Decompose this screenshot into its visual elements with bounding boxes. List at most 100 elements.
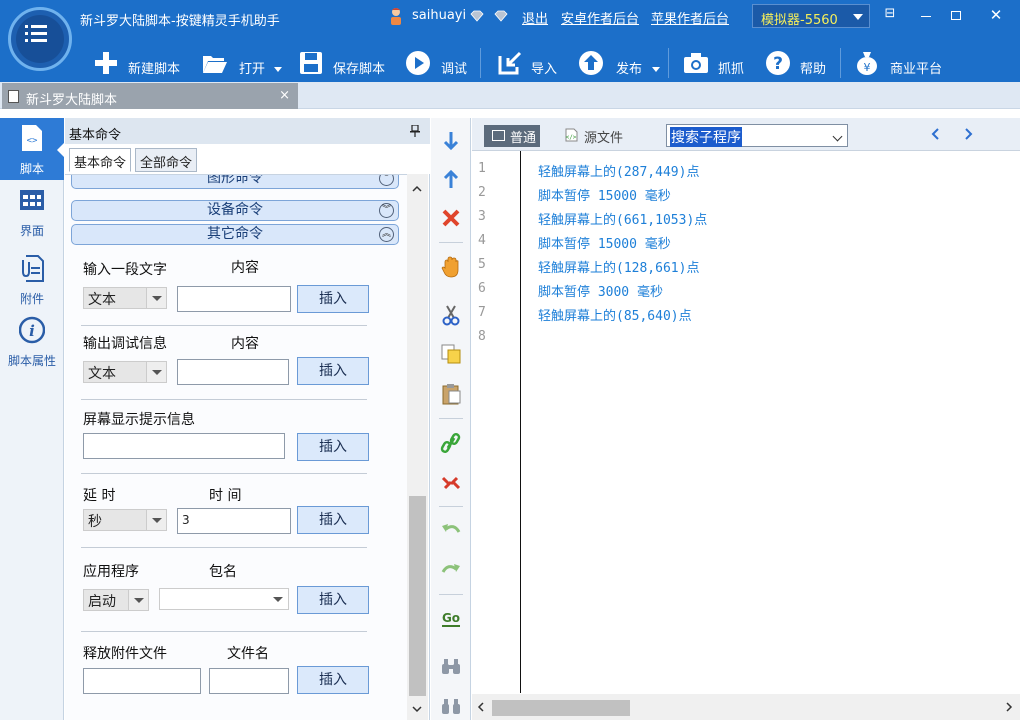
maximize-button[interactable] [942, 6, 970, 28]
debug-output-type-select[interactable]: 文本 [83, 361, 167, 383]
mode-normal-button[interactable]: 普通 [484, 125, 540, 147]
chevron-down-icon[interactable] [412, 704, 422, 714]
redo-icon[interactable] [440, 560, 462, 582]
chevron-down-icon [146, 288, 166, 308]
insert-input-text-button[interactable]: 插入 [297, 285, 369, 313]
code-line[interactable]: 脚本暂停 15000 毫秒 [538, 185, 671, 204]
diamond-icon[interactable] [494, 10, 508, 22]
release-file-name-field[interactable] [209, 668, 289, 694]
screen-tip-field[interactable] [83, 433, 285, 459]
emulator-select[interactable]: 模拟器-5560 [752, 4, 870, 28]
android-backend-link[interactable]: 安卓作者后台 [561, 8, 639, 27]
input-text-type-select[interactable]: 文本 [83, 287, 167, 309]
insert-debug-output-button[interactable]: 插入 [297, 357, 369, 385]
import-button[interactable]: 导入 [497, 50, 559, 80]
code-line[interactable]: 轻触屏幕上的(661,1053)点 [538, 209, 707, 228]
insert-delay-button[interactable]: 插入 [297, 506, 369, 534]
code-area[interactable]: 1 轻触屏幕上的(287,449)点 2 脚本暂停 15000 毫秒 3 轻触屏… [472, 151, 1020, 693]
link-icon[interactable] [440, 432, 462, 454]
close-window-button[interactable]: ✕ [982, 6, 1010, 28]
commands-scrollbar[interactable] [407, 174, 428, 720]
delete-icon[interactable] [440, 207, 462, 229]
scrollbar-thumb[interactable] [492, 700, 630, 716]
subroutine-search-select[interactable]: 搜索子程序 [666, 124, 848, 147]
chevron-down-icon [274, 67, 282, 72]
debug-button[interactable]: 调试 [405, 50, 473, 80]
save-script-button[interactable]: 保存脚本 [298, 50, 388, 80]
unlink-icon[interactable] [440, 472, 462, 494]
sidebar-item-script[interactable]: <> 脚本 [0, 118, 64, 180]
replace-icon[interactable] [440, 696, 462, 714]
sidebar-item-attachment[interactable]: 附件 [0, 248, 64, 310]
group-device-commands[interactable]: 设备命令 ︾ [71, 200, 399, 221]
cut-icon[interactable] [440, 304, 462, 326]
copy-icon[interactable] [440, 343, 462, 365]
scrollbar-thumb[interactable] [409, 496, 426, 696]
close-tab-icon[interactable]: × [279, 88, 290, 103]
chevron-left-icon[interactable] [930, 128, 942, 140]
publish-button[interactable]: 发布 [578, 50, 664, 80]
open-button[interactable]: 打开 [202, 50, 284, 80]
delay-unit-select[interactable]: 秒 [83, 509, 167, 531]
select-value: 启动 [88, 594, 116, 610]
chevron-right-icon[interactable] [962, 128, 974, 140]
release-file-field[interactable] [83, 668, 201, 694]
svg-text:</>: </> [566, 134, 577, 141]
code-line[interactable]: 轻触屏幕上的(128,661)点 [538, 257, 699, 276]
delay-time-field[interactable]: 3 [177, 508, 291, 534]
insert-release-file-button[interactable]: 插入 [297, 666, 369, 694]
mode-source-button[interactable]: </> 源文件 [564, 127, 623, 146]
ios-backend-link[interactable]: 苹果作者后台 [651, 8, 729, 27]
chevron-right-icon[interactable] [1004, 702, 1014, 712]
delay-label: 延 时 [83, 488, 116, 504]
insert-screen-tip-button[interactable]: 插入 [297, 433, 369, 461]
find-icon[interactable] [440, 656, 462, 678]
code-line[interactable]: 轻触屏幕上的(287,449)点 [538, 161, 699, 180]
divider [81, 547, 367, 548]
group-graphics-commands[interactable]: 图形命令 ︾ [71, 175, 399, 189]
sidebar-item-label: 界面 [19, 224, 44, 238]
editor-horizontal-scrollbar[interactable] [472, 694, 1020, 720]
group-other-commands[interactable]: 其它命令 ︽ [71, 224, 399, 245]
input-text-content-field[interactable] [177, 286, 291, 312]
go-to-line-icon[interactable]: Go [440, 608, 462, 630]
document-icon [492, 130, 505, 141]
help-icon: ? [766, 51, 790, 75]
minimize-button[interactable] [912, 6, 940, 28]
title-bar: 新斗罗大陆脚本-按键精灵手机助手 saihuayi 退出 安卓作者后台 苹果作者… [0, 0, 1020, 82]
business-platform-button[interactable]: ¥ 商业平台 [854, 50, 948, 80]
code-line[interactable]: 轻触屏幕上的(85,640)点 [538, 305, 692, 324]
document-tab[interactable]: 新斗罗大陆脚本 × [2, 83, 298, 109]
pin-icon[interactable] [410, 125, 420, 137]
move-up-icon[interactable] [440, 168, 462, 190]
hand-icon[interactable] [440, 256, 462, 278]
undo-icon[interactable] [440, 520, 462, 542]
tab-all-commands[interactable]: 全部命令 [135, 148, 198, 172]
folder-open-icon [203, 56, 227, 73]
app-package-select[interactable] [159, 588, 289, 610]
logout-link[interactable]: 退出 [522, 8, 548, 27]
code-line[interactable]: 脚本暂停 15000 毫秒 [538, 233, 671, 252]
chevron-up-icon[interactable] [412, 184, 422, 194]
insert-app-button[interactable]: 插入 [297, 586, 369, 614]
tab-basic-commands[interactable]: 基本命令 [69, 148, 132, 172]
grid-icon [20, 190, 44, 210]
paste-icon[interactable] [440, 383, 462, 405]
code-line[interactable]: 脚本暂停 3000 毫秒 [538, 281, 663, 300]
sidebar-item-ui[interactable]: 界面 [0, 180, 64, 242]
chevron-left-icon[interactable] [476, 702, 486, 712]
open-label: 打开 [239, 62, 266, 77]
sidebar-item-script-properties[interactable]: i 脚本属性 [0, 310, 64, 372]
new-script-label: 新建脚本 [128, 62, 181, 77]
diamond-icon[interactable] [470, 10, 484, 22]
sidebar-item-label: 附件 [19, 292, 44, 306]
help-button[interactable]: ? 帮助 [765, 50, 831, 80]
new-script-button[interactable]: 新建脚本 [93, 50, 185, 80]
capture-button[interactable]: 抓抓 [683, 50, 749, 80]
move-down-icon[interactable] [440, 130, 462, 152]
main-menu-button[interactable] [8, 7, 72, 71]
debug-output-content-field[interactable] [177, 359, 289, 385]
app-action-select[interactable]: 启动 [83, 589, 149, 611]
import-icon [498, 51, 522, 75]
minimize-to-tray-button[interactable]: ⊟ [876, 6, 904, 28]
